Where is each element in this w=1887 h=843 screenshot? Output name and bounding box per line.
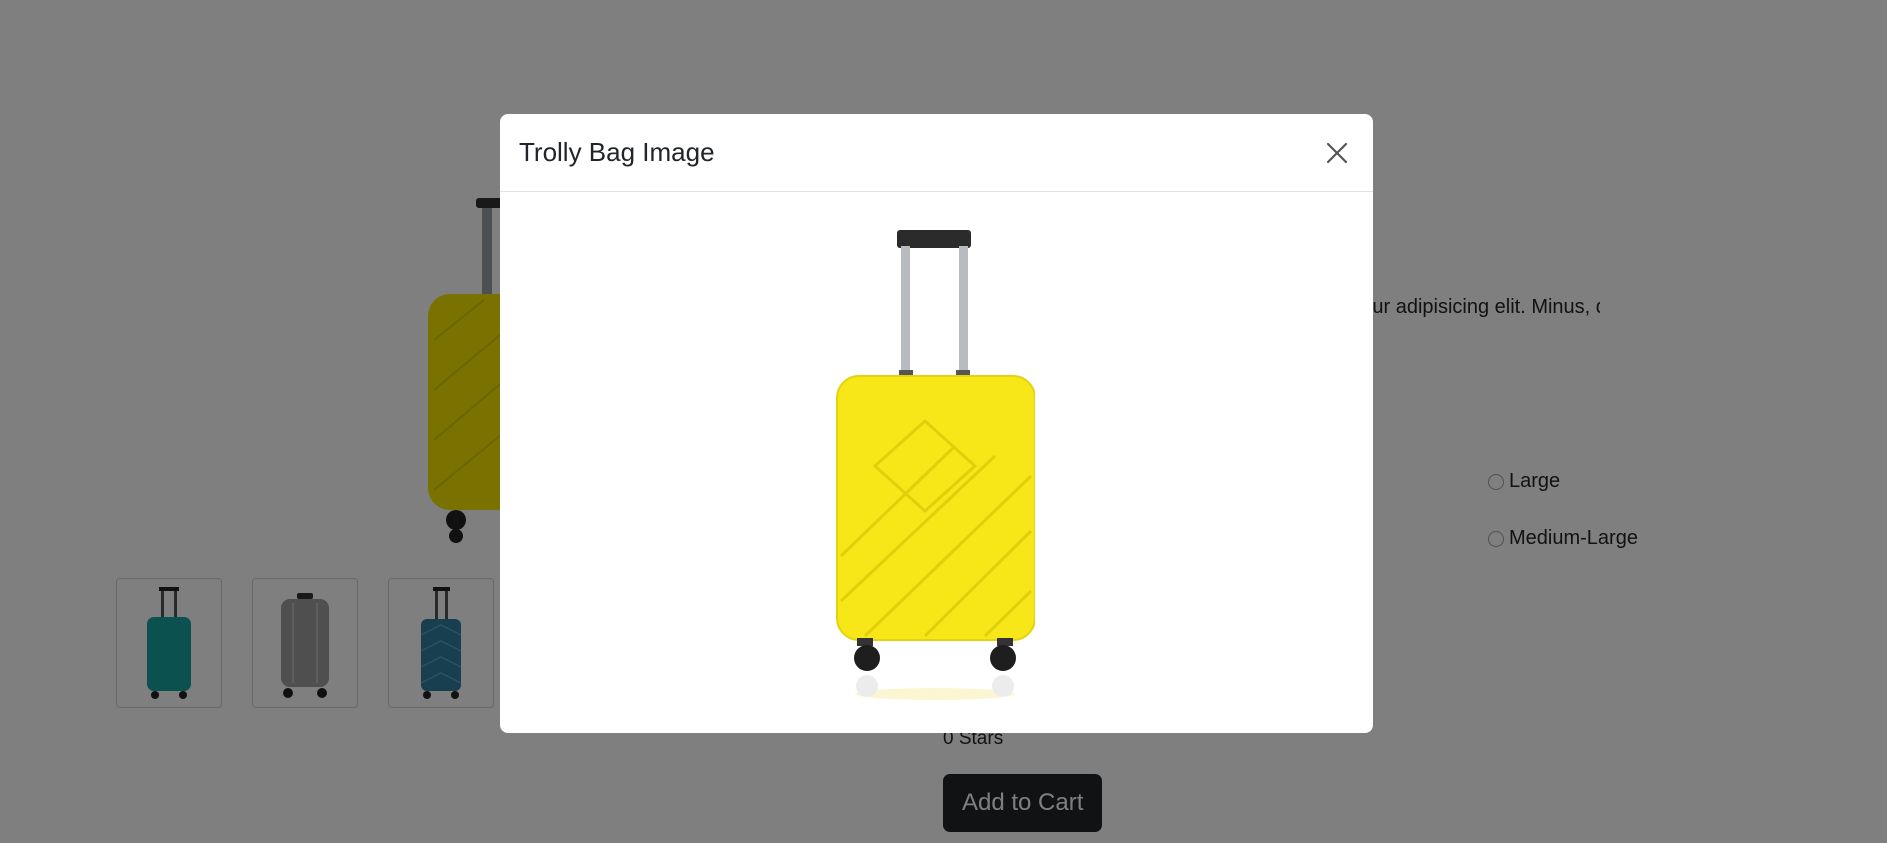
- product-page: Lorem ipsum dolor sit amet consectetur a…: [0, 0, 1887, 843]
- modal-close-button[interactable]: [1320, 136, 1354, 170]
- yellow-suitcase-image: [836, 230, 1036, 700]
- image-modal: Trolly Bag Image: [500, 114, 1373, 733]
- modal-product-image: [835, 226, 1036, 706]
- modal-header: Trolly Bag Image: [500, 114, 1373, 192]
- modal-body: [500, 192, 1373, 732]
- close-icon: [1326, 142, 1348, 163]
- modal-title: Trolly Bag Image: [519, 137, 715, 167]
